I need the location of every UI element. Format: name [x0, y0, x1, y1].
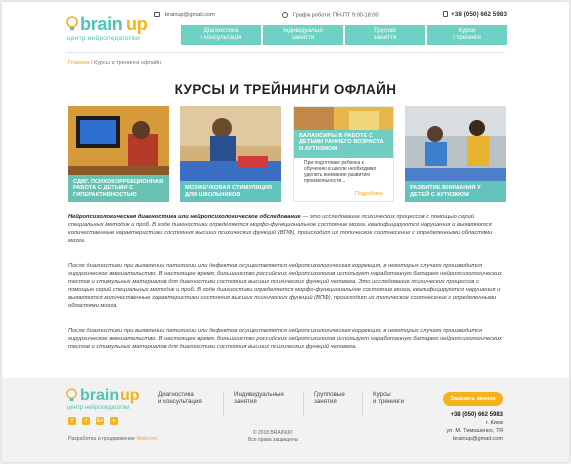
- course-card[interactable]: Развитие внимания у детей с аутизмом: [405, 106, 506, 202]
- header-phone[interactable]: +38 (050) 662 5983: [443, 11, 507, 18]
- footer-nav-individual[interactable]: Индивидуальные занятия: [234, 391, 284, 406]
- call-back-button[interactable]: Заказать звонок: [443, 392, 503, 406]
- footer: brain up центр нейропедагогіки f i G+ v …: [2, 378, 569, 462]
- paragraph-lead: Нейропсихологическая диагностика или ней…: [68, 214, 301, 220]
- logo-subtitle: центр нейропедагогіки: [67, 35, 141, 42]
- developer-link[interactable]: Webcom: [136, 436, 157, 442]
- course-card[interactable]: Сдвг. Психокоррекционная работа с детьми…: [68, 106, 169, 202]
- nav-item-diagnostics[interactable]: Діагностика і консультація: [181, 25, 261, 45]
- paragraph-text: После диагностики при выявлении патологи…: [68, 328, 502, 350]
- card-more-link[interactable]: Подробнее: [355, 191, 383, 197]
- card-description: При подготовке ребенка к обучению в школ…: [304, 160, 377, 184]
- main-nav: Діагностика і консультація Індивідуальні…: [181, 25, 507, 45]
- logo-brain: brain: [80, 14, 123, 34]
- google-plus-icon[interactable]: G+: [96, 417, 104, 425]
- card-caption: Мозжечковая стимуляция для школьников: [180, 181, 281, 202]
- nav-label: Індивідуальні заняття: [283, 27, 323, 41]
- course-card[interactable]: Мозжечковая стимуляция для школьников: [180, 106, 281, 202]
- clock-icon: [282, 12, 288, 18]
- nav-item-courses[interactable]: Курси і тренінги: [427, 25, 507, 45]
- footer-divider: [303, 392, 304, 416]
- breadcrumb-home[interactable]: Главная: [68, 60, 89, 66]
- header-schedule: Графік роботи: ПН-ПТ 9:00-18:00: [282, 12, 379, 18]
- bulb-icon: [66, 16, 78, 30]
- logo-up: up: [126, 14, 148, 34]
- course-card-expanded[interactable]: Балансиры в работе с детьми раннего возр…: [293, 106, 394, 202]
- viber-icon[interactable]: v: [110, 417, 118, 425]
- footer-contacts: +38 (050) 662 5983 г. Киев ул. М. Тимоше…: [446, 411, 503, 443]
- nav-label: Групові заняття: [373, 27, 397, 41]
- phone-text: +38 (050) 662 5983: [451, 11, 507, 18]
- nav-label: Діагностика і консультація: [200, 27, 242, 41]
- header-divider: [66, 52, 505, 53]
- header-email[interactable]: brainup@gmail.com: [154, 12, 215, 18]
- facebook-icon[interactable]: f: [68, 417, 76, 425]
- breadcrumb: Главная / Курсы и тренинги офлайн: [68, 60, 161, 66]
- paragraph-text: После диагностики при выявлении патологи…: [68, 263, 502, 309]
- social-links: f i G+ v: [68, 417, 118, 425]
- instagram-icon[interactable]: i: [82, 417, 90, 425]
- footer-nav-diagnostics[interactable]: Диагностика и консультация: [158, 391, 202, 406]
- nav-item-individual[interactable]: Індивідуальні заняття: [263, 25, 343, 45]
- breadcrumb-current: Курсы и тренинги офлайн: [93, 60, 162, 66]
- logo-subtitle: центр нейропедагогіки: [67, 405, 130, 411]
- card-caption: Развитие внимания у детей с аутизмом: [405, 181, 506, 202]
- card-caption: Балансиры в работе с детьми раннего возр…: [294, 130, 393, 158]
- bulb-icon: [66, 388, 77, 401]
- footer-nav-group[interactable]: Групповые занятия: [314, 391, 345, 406]
- schedule-text: Графік роботи: ПН-ПТ 9:00-18:00: [293, 12, 379, 19]
- footer-divider: [362, 392, 363, 416]
- footer-email[interactable]: brainup@gmail.com: [446, 435, 503, 443]
- paragraph-2: После диагностики при выявлении патологи…: [68, 263, 506, 310]
- logo[interactable]: brain up центр нейропедагогіки: [66, 14, 178, 48]
- page-title: КУРСЫ И ТРЕЙНИНГИ ОФЛАЙН: [174, 82, 397, 97]
- card-photo: [294, 107, 393, 130]
- nav-item-group[interactable]: Групові заняття: [345, 25, 425, 45]
- footer-phone[interactable]: +38 (050) 662 5983: [446, 411, 503, 419]
- logo-brain: brain: [80, 387, 120, 404]
- developer-credit: Разработка и продвижение Webcom: [68, 436, 157, 442]
- paragraph-1: Нейропсихологическая диагностика или ней…: [68, 214, 506, 246]
- footer-city: г. Киев: [486, 420, 503, 426]
- course-cards: Сдвг. Психокоррекционная работа с детьми…: [68, 106, 506, 202]
- card-caption: Сдвг. Психокоррекционная работа с детьми…: [68, 174, 169, 202]
- nav-label: Курси і тренінги: [453, 27, 481, 41]
- copyright: © 2018 BRAINUP. Все права защищены: [248, 430, 299, 443]
- paragraph-3: После диагностики при выявлении патологи…: [68, 328, 506, 352]
- footer-divider: [223, 392, 224, 416]
- mail-icon: [154, 12, 160, 18]
- page: brain up центр нейропедагогіки brainup@g…: [2, 2, 569, 462]
- footer-nav-courses[interactable]: Курсы и тренинги: [373, 391, 404, 406]
- email-text: brainup@gmail.com: [165, 12, 215, 18]
- phone-icon: [443, 11, 449, 18]
- developer-prefix: Разработка и продвижение: [68, 436, 137, 442]
- logo-up: up: [120, 387, 140, 404]
- footer-address: ул. М. Тимошенко, 7Я: [446, 428, 503, 434]
